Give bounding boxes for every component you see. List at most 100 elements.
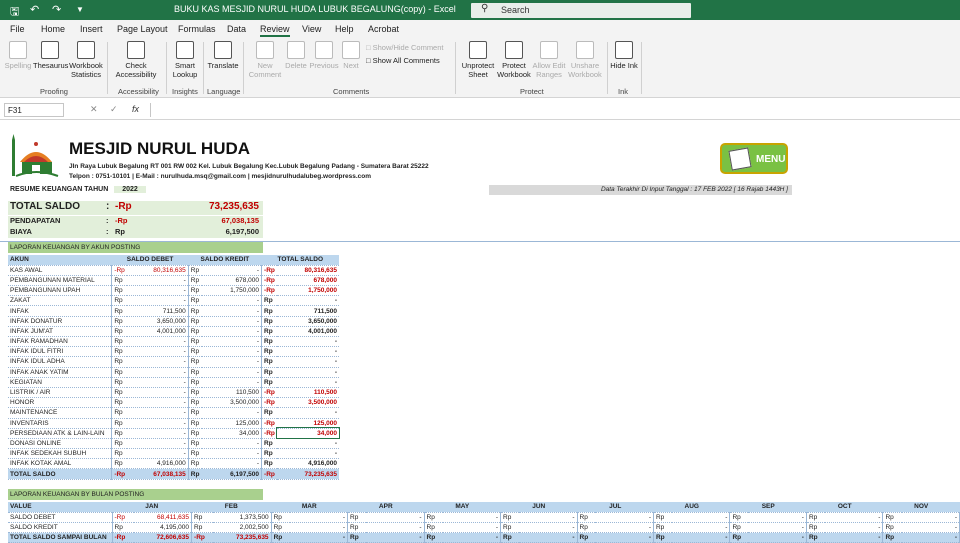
cancel-icon[interactable]: ✕	[90, 104, 98, 115]
debet-value[interactable]: 67,038,135	[127, 468, 189, 480]
debet-value[interactable]: 711,500	[127, 305, 189, 317]
kredit-value[interactable]: 125,000	[202, 418, 263, 429]
month-currency[interactable]: Rp	[424, 532, 443, 543]
debet-value[interactable]: -	[127, 448, 189, 460]
total-currency[interactable]: -Rp	[261, 275, 277, 287]
total-value[interactable]: -	[276, 377, 339, 388]
month-currency[interactable]: Rp	[806, 512, 825, 523]
month-currency[interactable]: Rp	[729, 522, 749, 534]
kredit-value[interactable]: -	[202, 305, 263, 317]
month-currency[interactable]: -Rp	[191, 532, 214, 543]
month-value[interactable]: 73,235,635	[213, 532, 272, 543]
total-value[interactable]: -	[276, 356, 339, 368]
month-currency[interactable]: Rp	[500, 522, 519, 534]
debet-value[interactable]: -	[127, 438, 189, 450]
account-name[interactable]: INFAK ANAK YATIM	[8, 367, 113, 378]
kredit-value[interactable]: -	[202, 295, 263, 307]
month-value[interactable]: 72,606,635	[133, 532, 193, 543]
search-box[interactable]: ⚲ Search	[471, 3, 691, 18]
account-name[interactable]: INFAK IDUL ADHA	[8, 356, 113, 368]
total-value[interactable]: 73,235,635	[276, 468, 339, 480]
month-currency[interactable]: Rp	[729, 532, 749, 543]
kredit-currency[interactable]: Rp	[188, 377, 203, 388]
total-value[interactable]: 80,316,635	[276, 265, 339, 276]
month-value[interactable]: -	[748, 522, 807, 534]
debet-currency[interactable]: -Rp	[111, 265, 128, 276]
month-value[interactable]: -	[289, 532, 349, 543]
debet-currency[interactable]: Rp	[111, 336, 128, 348]
kredit-currency[interactable]: Rp	[188, 265, 203, 276]
account-name[interactable]: INFAK JUM'AT	[8, 326, 113, 338]
month-value[interactable]: -	[442, 522, 502, 534]
month-currency[interactable]: Rp	[191, 522, 214, 534]
account-name[interactable]: INFAK RAMADHAN	[8, 336, 113, 348]
month-currency[interactable]: Rp	[577, 532, 596, 543]
kredit-currency[interactable]: Rp	[188, 397, 203, 409]
total-currency[interactable]: Rp	[261, 316, 277, 327]
debet-value[interactable]: -	[127, 285, 189, 297]
month-value[interactable]: -	[595, 512, 654, 523]
kredit-currency[interactable]: Rp	[188, 438, 203, 450]
account-name[interactable]: MAINTENANCE	[8, 407, 113, 419]
kredit-value[interactable]: -	[202, 356, 263, 368]
kredit-value[interactable]: 6,197,500	[202, 468, 263, 480]
debet-value[interactable]: -	[127, 346, 189, 358]
month-currency[interactable]: Rp	[191, 512, 214, 523]
workbook-statistics-button[interactable]: Workbook Statistics	[68, 41, 104, 79]
kredit-currency[interactable]: Rp	[188, 326, 203, 338]
total-currency[interactable]: Rp	[261, 346, 277, 358]
menu-button[interactable]: MENU	[720, 143, 788, 174]
total-currency[interactable]: -Rp	[261, 428, 277, 439]
month-value[interactable]: -	[442, 532, 502, 543]
debet-currency[interactable]: Rp	[111, 295, 128, 307]
month-currency[interactable]: Rp	[577, 512, 596, 523]
delete-comment-button[interactable]: Delete	[284, 41, 308, 70]
debet-value[interactable]: -	[127, 418, 189, 429]
month-value[interactable]: -	[289, 512, 349, 523]
total-value[interactable]: 3,650,000	[276, 316, 339, 327]
total-currency[interactable]: Rp	[261, 305, 277, 317]
month-currency[interactable]: Rp	[271, 522, 290, 534]
month-currency[interactable]: Rp	[271, 512, 290, 523]
account-name[interactable]: PEMBANGUNAN UPAH	[8, 285, 113, 297]
debet-currency[interactable]: Rp	[111, 387, 128, 399]
account-name[interactable]: ZAKAT	[8, 295, 113, 307]
month-value[interactable]: -	[748, 512, 807, 523]
kredit-currency[interactable]: Rp	[188, 428, 203, 439]
total-value[interactable]: 4,916,000	[276, 458, 339, 470]
debet-currency[interactable]: Rp	[111, 316, 128, 327]
total-value[interactable]: 3,500,000	[276, 397, 339, 409]
debet-currency[interactable]: Rp	[111, 305, 128, 317]
kredit-currency[interactable]: Rp	[188, 367, 203, 378]
kredit-currency[interactable]: Rp	[188, 468, 203, 480]
total-currency[interactable]: Rp	[261, 336, 277, 348]
smart-lookup-button[interactable]: Smart Lookup	[170, 41, 200, 79]
kredit-currency[interactable]: Rp	[188, 295, 203, 307]
debet-currency[interactable]: -Rp	[111, 468, 128, 480]
kredit-currency[interactable]: Rp	[188, 316, 203, 327]
debet-value[interactable]: -	[127, 356, 189, 368]
debet-value[interactable]: -	[127, 387, 189, 399]
month-value[interactable]: -	[901, 512, 960, 523]
month-value[interactable]: -	[442, 512, 502, 523]
month-value[interactable]: -	[519, 532, 578, 543]
redo-icon[interactable]: ↷	[52, 3, 61, 16]
kredit-currency[interactable]: Rp	[188, 305, 203, 317]
month-currency[interactable]: Rp	[806, 522, 825, 534]
account-name[interactable]: INVENTARIS	[8, 418, 113, 429]
total-currency[interactable]: -Rp	[261, 387, 277, 399]
tab-page-layout[interactable]: Page Layout	[117, 24, 168, 34]
month-value[interactable]: -	[289, 522, 349, 534]
month-value[interactable]: 1,373,500	[213, 512, 272, 523]
month-value[interactable]: 68,411,635	[133, 512, 193, 523]
total-value[interactable]: -	[276, 346, 339, 358]
total-currency[interactable]: Rp	[261, 377, 277, 388]
month-currency[interactable]: Rp	[729, 512, 749, 523]
debet-value[interactable]: 3,650,000	[127, 316, 189, 327]
month-value[interactable]: -	[824, 512, 884, 523]
total-value[interactable]: 678,000	[276, 275, 339, 287]
debet-value[interactable]: -	[127, 407, 189, 419]
tab-file[interactable]: File	[10, 24, 25, 34]
debet-value[interactable]: -	[127, 275, 189, 287]
kredit-value[interactable]: 3,500,000	[202, 397, 263, 409]
